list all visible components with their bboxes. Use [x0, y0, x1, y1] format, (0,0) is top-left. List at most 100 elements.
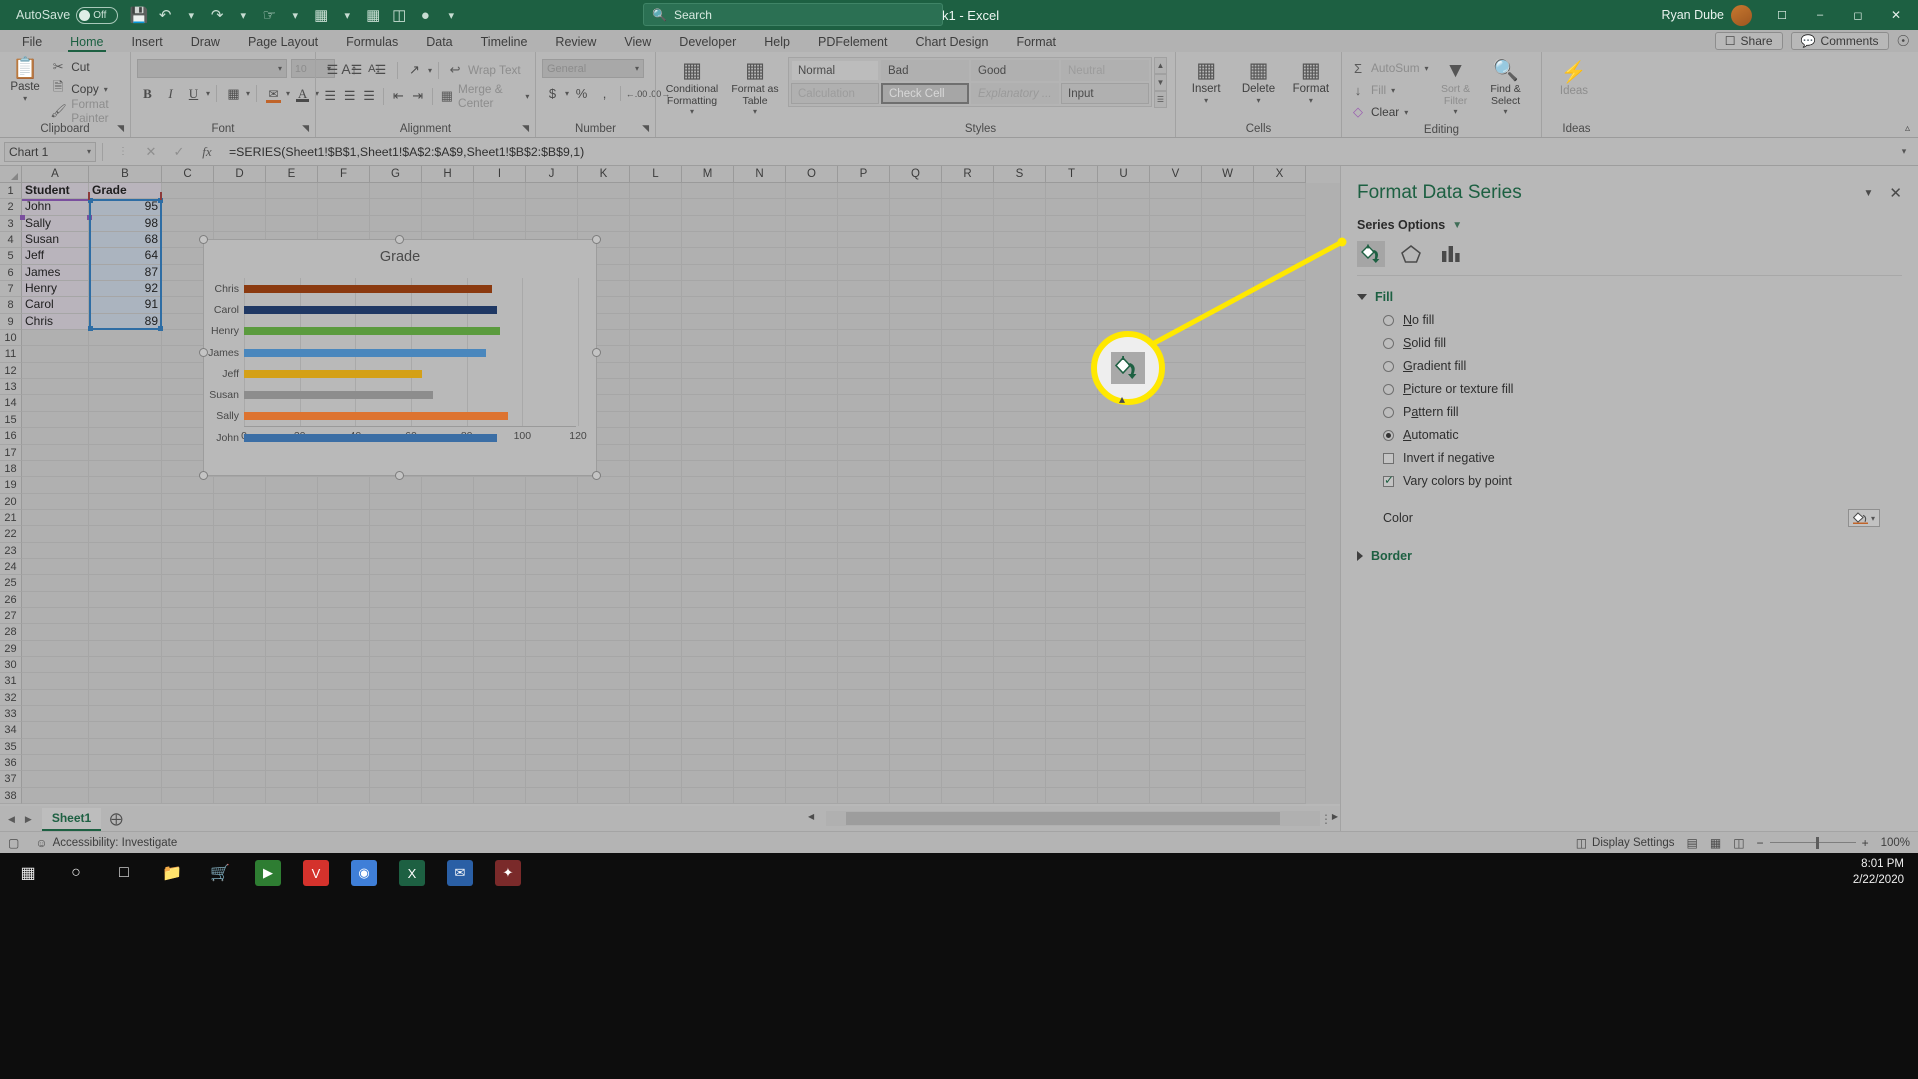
- cell-V8[interactable]: [1150, 297, 1202, 314]
- cell-L17[interactable]: [630, 444, 682, 461]
- cell-X37[interactable]: [1254, 771, 1306, 788]
- cell-style-neutral[interactable]: Neutral: [1061, 60, 1149, 81]
- cell-C2[interactable]: [162, 199, 214, 216]
- cell-C28[interactable]: [162, 624, 214, 641]
- cell-O3[interactable]: [786, 215, 838, 233]
- column-header-H[interactable]: H: [422, 166, 474, 183]
- cell-L12[interactable]: [630, 362, 682, 380]
- cell-N30[interactable]: [734, 656, 786, 674]
- cell-R7[interactable]: [942, 281, 994, 298]
- cell-S16[interactable]: [994, 428, 1046, 445]
- cell-A34[interactable]: [22, 722, 89, 739]
- cell-D25[interactable]: [214, 575, 266, 592]
- row-header-7[interactable]: 7: [0, 281, 22, 298]
- cell-R3[interactable]: [942, 215, 994, 233]
- cell-L9[interactable]: [630, 313, 682, 331]
- select-all-corner[interactable]: [0, 166, 22, 183]
- cell-D31[interactable]: [214, 673, 266, 690]
- column-header-E[interactable]: E: [266, 166, 318, 183]
- cell-P29[interactable]: [838, 640, 890, 657]
- cell-S31[interactable]: [994, 673, 1046, 690]
- font-name-input[interactable]: ▾: [137, 59, 287, 78]
- cell-U15[interactable]: [1098, 411, 1150, 429]
- cancel-edit-icon[interactable]: ✕: [137, 144, 165, 160]
- cell-R8[interactable]: [942, 297, 994, 314]
- cell-M2[interactable]: [682, 199, 734, 216]
- cell-I31[interactable]: [474, 673, 526, 690]
- cell-E35[interactable]: [266, 738, 318, 756]
- cell-B32[interactable]: [89, 689, 162, 706]
- cell-P17[interactable]: [838, 444, 890, 461]
- scroll-left-icon[interactable]: ◀: [808, 812, 814, 821]
- cell-Q28[interactable]: [890, 624, 942, 641]
- paste-dropdown-icon[interactable]: ▾: [23, 94, 27, 103]
- cell-E28[interactable]: [266, 624, 318, 641]
- cell-A18[interactable]: [22, 460, 89, 478]
- cell-F31[interactable]: [318, 673, 370, 690]
- column-header-Q[interactable]: Q: [890, 166, 942, 183]
- cell-U27[interactable]: [1098, 607, 1150, 625]
- cell-U34[interactable]: [1098, 722, 1150, 739]
- cell-G22[interactable]: [370, 526, 422, 543]
- cell-A28[interactable]: [22, 624, 89, 641]
- chart-bar[interactable]: [244, 412, 509, 421]
- table-row[interactable]: [22, 607, 1340, 625]
- cell-B12[interactable]: [89, 362, 162, 380]
- cell-J24[interactable]: [526, 558, 578, 576]
- cell-U2[interactable]: [1098, 199, 1150, 216]
- cell-F35[interactable]: [318, 738, 370, 756]
- cell-V7[interactable]: [1150, 281, 1202, 298]
- outlook-icon[interactable]: ✉: [438, 854, 482, 892]
- horizontal-scroll-track[interactable]: [826, 811, 1320, 826]
- cell-F20[interactable]: [318, 493, 370, 510]
- cell-N2[interactable]: [734, 199, 786, 216]
- cell-V16[interactable]: [1150, 428, 1202, 445]
- sort-filter-button[interactable]: ▼ Sort & Filter ▾: [1431, 57, 1481, 116]
- chart-bar[interactable]: [244, 369, 423, 378]
- cell-V26[interactable]: [1150, 591, 1202, 608]
- cell-W4[interactable]: [1202, 232, 1254, 249]
- insert-dropdown-icon[interactable]: ▾: [1204, 96, 1208, 105]
- tab-review[interactable]: Review: [541, 34, 610, 52]
- cell-R19[interactable]: [942, 477, 994, 494]
- cell-K37[interactable]: [578, 771, 630, 788]
- tab-help[interactable]: Help: [750, 34, 804, 52]
- checkbox-checked-icon[interactable]: [1383, 473, 1394, 487]
- cell-W28[interactable]: [1202, 624, 1254, 641]
- chevron-down-icon[interactable]: ▼: [1452, 220, 1462, 231]
- cell-K1[interactable]: [578, 183, 630, 200]
- cell-B14[interactable]: [89, 395, 162, 412]
- cell-A30[interactable]: [22, 656, 89, 674]
- chart-bar[interactable]: [244, 305, 498, 314]
- wrap-text-button[interactable]: ↩ Wrap Text: [445, 59, 523, 81]
- cell-N5[interactable]: [734, 248, 786, 265]
- cell-U35[interactable]: [1098, 738, 1150, 756]
- cell-S11[interactable]: [994, 346, 1046, 363]
- cell-J28[interactable]: [526, 624, 578, 641]
- cell-Q3[interactable]: [890, 215, 942, 233]
- touch-dropdown-icon[interactable]: ▾: [282, 2, 308, 28]
- cell-V3[interactable]: [1150, 215, 1202, 233]
- cell-S27[interactable]: [994, 607, 1046, 625]
- chart-bar-row[interactable]: James: [208, 342, 576, 363]
- cell-B1[interactable]: Grade: [89, 183, 162, 200]
- autosave-toggle[interactable]: AutoSave Off: [8, 6, 126, 24]
- cell-X17[interactable]: [1254, 444, 1306, 461]
- cell-P32[interactable]: [838, 689, 890, 706]
- chart-bar[interactable]: [244, 284, 492, 293]
- tab-page-layout[interactable]: Page Layout: [234, 34, 332, 52]
- cell-A19[interactable]: [22, 477, 89, 494]
- cell-F28[interactable]: [318, 624, 370, 641]
- cell-V30[interactable]: [1150, 656, 1202, 674]
- row-header-13[interactable]: 13: [0, 379, 22, 396]
- cell-F29[interactable]: [318, 640, 370, 657]
- radio-icon[interactable]: [1383, 314, 1394, 326]
- cell-V10[interactable]: [1150, 330, 1202, 347]
- table-row[interactable]: [22, 591, 1340, 608]
- cell-O16[interactable]: [786, 428, 838, 445]
- align-bottom-icon[interactable]: ☰: [370, 60, 391, 81]
- cell-U28[interactable]: [1098, 624, 1150, 641]
- table-icon[interactable]: ▦: [360, 2, 386, 28]
- cell-E31[interactable]: [266, 673, 318, 690]
- insert-function-dots-icon[interactable]: ⋮: [109, 146, 137, 157]
